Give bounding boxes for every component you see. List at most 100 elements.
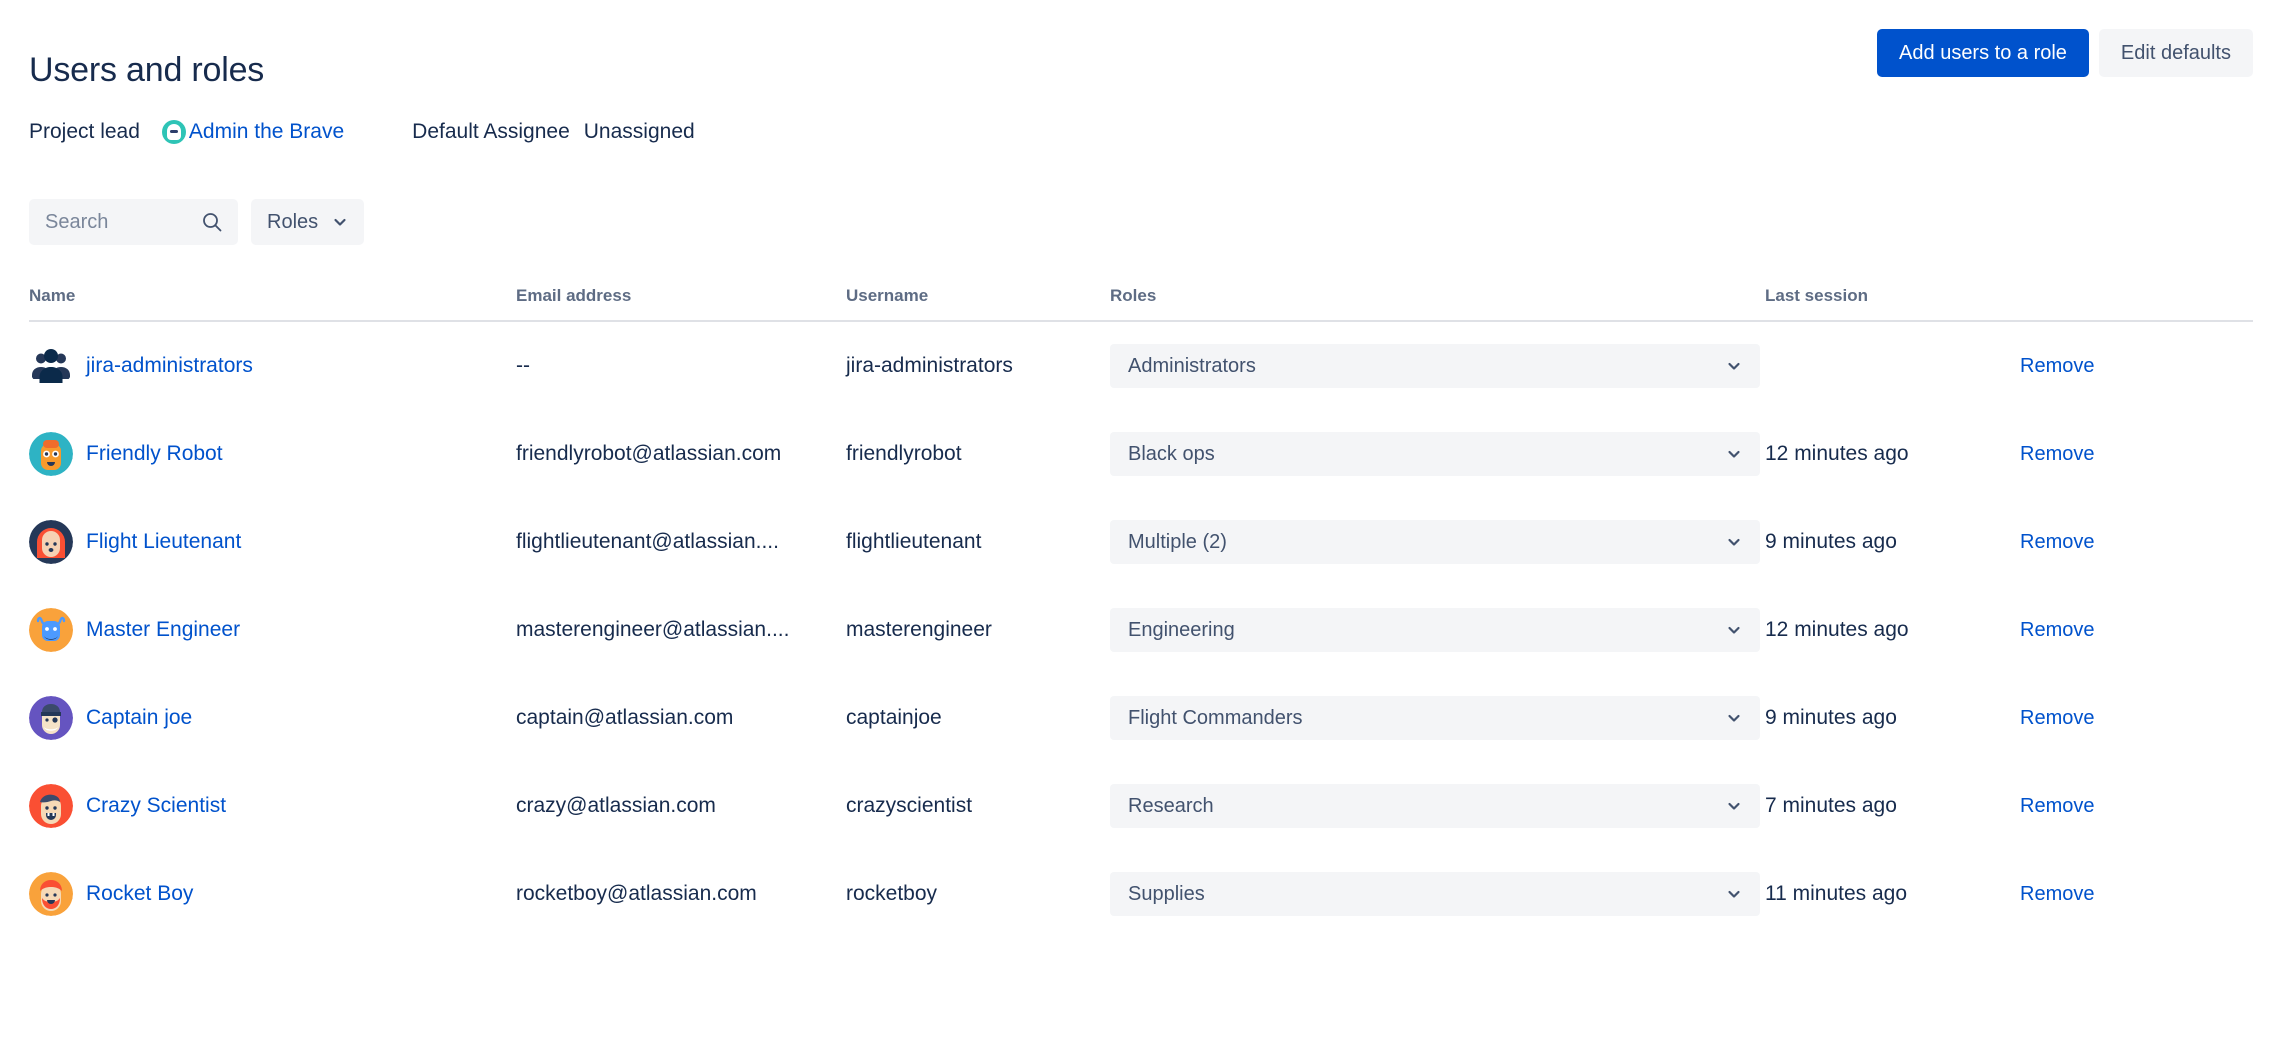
roles-filter-dropdown[interactable]: Roles [251, 199, 365, 245]
redhair-avatar [29, 520, 73, 564]
column-header-roles: Roles [1110, 286, 1157, 305]
cell-username: rocketboy [846, 850, 1106, 938]
default-assignee-label: Default Assignee [412, 120, 570, 143]
users-table: Name Email address Username Roles Last s… [29, 286, 2253, 938]
user-username: captainjoe [846, 706, 942, 729]
cell-actions: Remove [2020, 498, 2240, 586]
last-session-value: 12 minutes ago [1765, 442, 1909, 465]
cell-email: crazy@atlassian.com [516, 762, 841, 850]
last-session-value: 11 minutes ago [1765, 882, 1908, 905]
role-dropdown[interactable]: Research [1110, 784, 1760, 828]
chevron-down-icon [1728, 362, 1740, 370]
edit-defaults-button[interactable]: Edit defaults [2098, 29, 2253, 77]
user-name-link[interactable]: Friendly Robot [86, 442, 223, 466]
last-session-value: 7 minutes ago [1765, 794, 1897, 817]
user-name-link[interactable]: Master Engineer [86, 618, 240, 642]
role-dropdown[interactable]: Multiple (2) [1110, 520, 1760, 564]
last-session-value: 12 minutes ago [1765, 618, 1909, 641]
remove-user-link[interactable]: Remove [2020, 531, 2094, 554]
cell-name: Flight Lieutenant [29, 498, 509, 586]
role-dropdown[interactable]: Supplies [1110, 872, 1760, 916]
search-box[interactable] [29, 199, 238, 245]
bull-avatar [29, 608, 73, 652]
project-meta-row: Project lead Admin the Brave Default Ass… [29, 118, 695, 146]
cell-name: Master Engineer [29, 586, 509, 674]
role-dropdown[interactable]: Administrators [1110, 344, 1760, 388]
column-header-last-session: Last session [1765, 286, 1868, 305]
cell-roles: Administrators [1110, 322, 1760, 410]
cell-name: Friendly Robot [29, 410, 509, 498]
cell-actions: Remove [2020, 762, 2240, 850]
cell-last-session: 9 minutes ago [1765, 498, 1985, 586]
beard-avatar [29, 872, 73, 916]
cell-name: jira-administrators [29, 322, 509, 410]
role-dropdown[interactable]: Black ops [1110, 432, 1760, 476]
add-users-to-a-role-button[interactable]: Add users to a role [1877, 29, 2089, 77]
captain-avatar [29, 696, 73, 740]
role-dropdown[interactable]: Flight Commanders [1110, 696, 1760, 740]
remove-user-link[interactable]: Remove [2020, 707, 2094, 730]
search-input[interactable] [45, 210, 200, 234]
role-dropdown-value: Multiple (2) [1128, 530, 1227, 553]
users-and-roles-page: Users and roles Add users to a role Edit… [0, 0, 2282, 1062]
cell-email: -- [516, 322, 841, 410]
avatar [29, 696, 73, 740]
table-row: Friendly Robot friendlyrobot@atlassian.c… [29, 410, 2253, 498]
avatar [29, 520, 73, 564]
user-name-link[interactable]: Flight Lieutenant [86, 530, 241, 554]
roles-filter-label: Roles [267, 210, 319, 233]
remove-user-link[interactable]: Remove [2020, 795, 2094, 818]
chevron-down-icon [1728, 538, 1740, 546]
remove-user-link[interactable]: Remove [2020, 883, 2094, 906]
table-row: Captain joe captain@atlassian.com captai… [29, 674, 2253, 762]
page-title: Users and roles [29, 50, 265, 89]
user-email: masterengineer@atlassian.... [516, 618, 790, 641]
last-session-value: 9 minutes ago [1765, 530, 1897, 553]
avatar [29, 784, 73, 828]
user-email: captain@atlassian.com [516, 706, 734, 729]
user-email: flightlieutenant@atlassian.... [516, 530, 779, 553]
chevron-down-icon [1728, 802, 1740, 810]
remove-user-link[interactable]: Remove [2020, 619, 2094, 642]
cell-roles: Research [1110, 762, 1760, 850]
cell-actions: Remove [2020, 322, 2240, 410]
chevron-down-icon [1728, 626, 1740, 634]
column-header-name: Name [29, 286, 76, 305]
role-dropdown-value: Engineering [1128, 618, 1235, 641]
project-lead-name[interactable]: Admin the Brave [189, 120, 344, 144]
cell-last-session: 11 minutes ago [1765, 850, 1985, 938]
cell-actions: Remove [2020, 674, 2240, 762]
chevron-down-icon [1728, 450, 1740, 458]
cell-username: masterengineer [846, 586, 1106, 674]
role-dropdown-value: Supplies [1128, 882, 1205, 905]
user-name-link[interactable]: Crazy Scientist [86, 794, 226, 818]
cell-email: masterengineer@atlassian.... [516, 586, 841, 674]
cell-last-session: 9 minutes ago [1765, 674, 1985, 762]
user-username: masterengineer [846, 618, 992, 641]
cell-roles: Multiple (2) [1110, 498, 1760, 586]
avatar [29, 432, 73, 476]
remove-user-link[interactable]: Remove [2020, 443, 2094, 466]
project-lead[interactable]: Admin the Brave [161, 120, 344, 144]
user-username: friendlyrobot [846, 442, 962, 465]
chevron-down-icon [1728, 890, 1740, 898]
user-email: friendlyrobot@atlassian.com [516, 442, 782, 465]
cell-email: captain@atlassian.com [516, 674, 841, 762]
user-username: jira-administrators [846, 354, 1013, 377]
cell-name: Rocket Boy [29, 850, 509, 938]
cell-last-session: 7 minutes ago [1765, 762, 1985, 850]
table-row: Rocket Boy rocketboy@atlassian.com rocke… [29, 850, 2253, 938]
cell-roles: Supplies [1110, 850, 1760, 938]
role-dropdown[interactable]: Engineering [1110, 608, 1760, 652]
remove-user-link[interactable]: Remove [2020, 355, 2094, 378]
table-header-row: Name Email address Username Roles Last s… [29, 286, 2253, 322]
cell-last-session: 12 minutes ago [1765, 410, 1985, 498]
cell-name: Crazy Scientist [29, 762, 509, 850]
user-name-link[interactable]: jira-administrators [86, 354, 253, 378]
user-username: flightlieutenant [846, 530, 982, 553]
role-dropdown-value: Administrators [1128, 354, 1256, 377]
user-name-link[interactable]: Rocket Boy [86, 882, 193, 906]
avatar [29, 344, 73, 388]
cell-username: jira-administrators [846, 322, 1106, 410]
user-name-link[interactable]: Captain joe [86, 706, 192, 730]
